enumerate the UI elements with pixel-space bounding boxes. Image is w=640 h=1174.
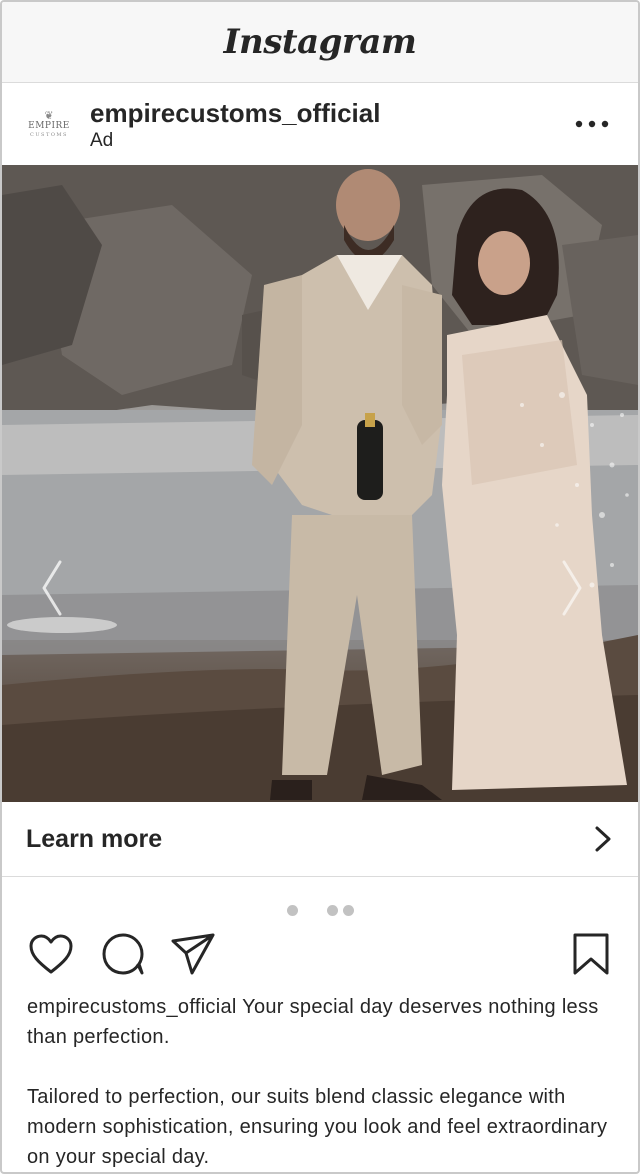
next-image-button[interactable]	[560, 560, 600, 620]
avatar[interactable]: ❦ EMPIRE CUSTOMS	[22, 97, 76, 152]
post-header: ❦ EMPIRE CUSTOMS empirecustoms_official …	[2, 84, 638, 165]
carousel-dot	[286, 904, 298, 916]
post-username[interactable]: empirecustoms_official	[90, 98, 380, 128]
sponsored-label: Ad	[90, 129, 114, 151]
send-icon	[171, 933, 215, 975]
share-button[interactable]	[170, 931, 216, 977]
chevron-right-icon	[562, 560, 582, 616]
post-image[interactable]	[2, 165, 638, 802]
heart-icon	[29, 934, 73, 974]
action-bar	[2, 927, 638, 977]
avatar-logo-text: EMPIRE	[28, 121, 70, 131]
previous-image-button[interactable]	[40, 560, 80, 620]
instagram-post-frame: Instagram ❦ EMPIRE CUSTOMS empirecustoms…	[0, 0, 640, 1174]
header-text: empirecustoms_official Ad	[90, 98, 380, 152]
chevron-left-icon	[42, 560, 62, 616]
comment-icon	[102, 933, 144, 975]
app-bar: Instagram	[2, 2, 638, 83]
more-options-icon	[575, 120, 609, 128]
more-options-button[interactable]	[572, 110, 612, 138]
learn-more-button[interactable]: Learn more	[2, 802, 638, 877]
photo-illustration	[2, 165, 638, 802]
avatar-logo-subtext: CUSTOMS	[30, 132, 68, 138]
comment-button[interactable]	[100, 931, 146, 977]
cta-label: Learn more	[26, 824, 163, 853]
caption-username[interactable]: empirecustoms_official	[27, 996, 237, 1018]
instagram-logo[interactable]: Instagram	[224, 22, 417, 62]
chevron-right-icon	[595, 826, 611, 852]
bookmark-icon	[573, 933, 609, 975]
carousel-dot	[342, 904, 354, 916]
carousel-dots	[2, 902, 638, 918]
post-caption: empirecustoms_official Your special day …	[27, 992, 627, 1172]
save-button[interactable]	[568, 931, 614, 977]
carousel-dot	[326, 904, 338, 916]
caption-paragraph: empirecustoms_official Your special day …	[27, 992, 627, 1052]
caption-paragraph-2: Tailored to perfection, our suits blend …	[27, 1086, 608, 1168]
like-button[interactable]	[28, 931, 74, 977]
logo-mark-icon: ❦	[44, 110, 54, 122]
